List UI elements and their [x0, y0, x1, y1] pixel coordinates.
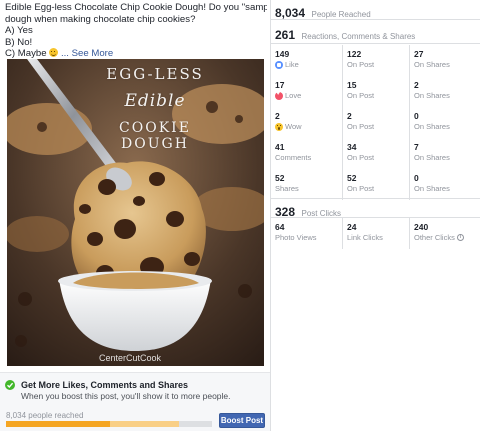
stat-value: 52: [347, 173, 357, 183]
stat-label-wrap: Like: [275, 60, 299, 69]
stat-label: On Shares: [414, 91, 450, 100]
stat-value: 7: [414, 142, 419, 152]
stat-row-shares: 52 Shares 52 On Post 0 On Shares: [271, 169, 480, 200]
stat-value: 24: [347, 222, 357, 232]
stat-value: 240: [414, 222, 429, 232]
stat-label: On Post: [347, 184, 375, 193]
stat-label: Other Clicks: [414, 233, 455, 242]
stat-value: 34: [347, 142, 357, 152]
stat-value: 27: [414, 49, 424, 59]
stat-value: 0: [414, 173, 419, 183]
stat-row-comments: 41 Comments 34 On Post 7 On Shares: [271, 138, 480, 169]
stat-cell: 2 On Shares: [409, 76, 477, 107]
divider: [271, 19, 480, 20]
promo-title: Get More Likes, Comments and Shares: [21, 380, 189, 390]
boost-post-button[interactable]: Boost Post: [219, 413, 265, 428]
reactions-value: 261: [275, 28, 296, 42]
stat-value: 41: [275, 142, 285, 152]
stat-cell: 64 Photo Views: [275, 218, 343, 249]
stat-cell: 2 Wow: [275, 107, 343, 138]
stat-value: 0: [414, 111, 419, 121]
post-option-b: B) No!: [5, 36, 33, 48]
stat-label-wrap: Love: [275, 90, 302, 100]
love-icon: [275, 90, 283, 100]
stat-label: Photo Views: [275, 233, 317, 242]
stat-cell: 2 On Post: [342, 107, 410, 138]
stat-label: On Post: [347, 91, 375, 100]
stat-cell: 0 On Shares: [409, 169, 477, 200]
post-option-a: A) Yes: [5, 25, 33, 37]
stat-label: On Post: [347, 153, 375, 162]
reach-progress-bar: [6, 421, 212, 427]
stat-value: 52: [275, 173, 285, 183]
reach-label: 8,034 people reached: [6, 411, 84, 420]
stat-label: On Shares: [414, 122, 450, 131]
stat-value: 15: [347, 80, 357, 90]
stat-value: 64: [275, 222, 285, 232]
stat-label: Comments: [275, 153, 312, 162]
stat-label: Wow: [285, 122, 302, 131]
stat-cell: 41 Comments: [275, 138, 343, 169]
stat-cell: 122 On Post: [342, 45, 410, 76]
stat-row-wow: 2 Wow 2 On Post 0 On Shares: [271, 107, 480, 138]
stat-value: 122: [347, 49, 362, 59]
stat-label: On Post: [347, 122, 375, 131]
stat-value: 149: [275, 49, 290, 59]
stat-cell: 240 Other Clicks i: [409, 218, 477, 249]
post-panel: Edible Egg-less Chocolate Chip Cookie Do…: [0, 0, 270, 431]
promo-subtitle: When you boost this post, you'll show it…: [21, 391, 231, 401]
reach-progress-fill: [6, 421, 110, 427]
stat-cell: 7 On Shares: [409, 138, 477, 169]
stat-label-wrap: Wow: [275, 122, 302, 131]
post-option-c: C) Maybe: [5, 48, 47, 60]
stat-label: On Post: [347, 60, 375, 69]
people-reached-value: 8,034: [275, 6, 306, 20]
stat-cell: 15 On Post: [342, 76, 410, 107]
stat-cell: 17 Love: [275, 76, 343, 107]
stat-label: Like: [285, 60, 299, 69]
info-icon[interactable]: i: [456, 234, 464, 241]
stat-label: On Shares: [414, 184, 450, 193]
stat-cell: 24 Link Clicks: [342, 218, 410, 249]
insights-panel: 8,034 People Reached 261 Reactions, Comm…: [271, 0, 480, 431]
like-icon: [275, 60, 283, 69]
stat-value: 2: [414, 80, 419, 90]
stat-cell: 34 On Post: [342, 138, 410, 169]
post-photo[interactable]: EGG-LESS Edible COOKIE DOUGH CenterCutCo…: [7, 59, 264, 366]
post-text-line-1: Edible Egg-less Chocolate Chip Cookie Do…: [5, 2, 267, 13]
divider: [271, 43, 480, 44]
click-breakdown-row: 64 Photo Views 24 Link Clicks 240 Other …: [271, 218, 480, 249]
stat-label: On Shares: [414, 153, 450, 162]
wow-icon: [275, 122, 283, 131]
stat-value: 2: [347, 111, 352, 121]
photo-title-line-1: EGG-LESS: [106, 65, 204, 83]
post-message: Edible Egg-less Chocolate Chip Cookie Do…: [5, 2, 267, 60]
photo-watermark: CenterCutCook: [99, 353, 162, 363]
people-reached-label: People Reached: [311, 10, 371, 19]
photo-title-line-2: Edible: [124, 91, 186, 111]
stat-label: Love: [285, 91, 302, 100]
stat-label-wrap: Other Clicks i: [414, 233, 464, 242]
post-text-line-2: dough when making chocolate chip cookies…: [5, 13, 196, 25]
stat-label: Link Clicks: [347, 233, 383, 242]
stat-cell: 52 Shares: [275, 169, 343, 200]
boost-promo-panel: Get More Likes, Comments and Shares When…: [0, 372, 270, 431]
stat-cell: 0 On Shares: [409, 107, 477, 138]
reactions-row: 261 Reactions, Comments & Shares: [275, 26, 415, 44]
stat-value: 17: [275, 80, 285, 90]
stat-row-love: 17 Love 15 On Post 2 On Shares: [271, 76, 480, 107]
photo-title-line-3: COOKIE DOUGH: [119, 120, 191, 152]
stat-label: Shares: [275, 184, 299, 193]
smiley-emoji-icon: [49, 48, 59, 58]
reactions-label: Reactions, Comments & Shares: [301, 32, 416, 41]
stat-label: On Shares: [414, 60, 450, 69]
stat-cell: 27 On Shares: [409, 45, 477, 76]
divider: [271, 198, 480, 199]
see-more-link[interactable]: ... See More: [61, 48, 113, 59]
stat-cell: 149 Like: [275, 45, 343, 76]
stat-row-like: 149 Like 122 On Post 27 On Shares: [271, 45, 480, 76]
stat-value: 2: [275, 111, 280, 121]
stat-cell: 52 On Post: [342, 169, 410, 200]
check-circle-icon: [5, 380, 15, 390]
